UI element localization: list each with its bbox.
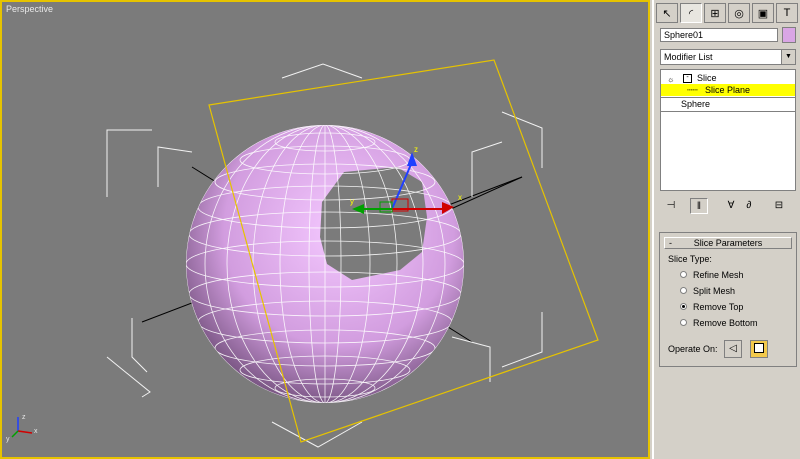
display-icon: ▣: [757, 7, 769, 20]
tab-display[interactable]: ▣: [752, 3, 774, 23]
modifier-list-dropdown[interactable]: Modifier List ▼: [660, 49, 796, 65]
tab-utilities[interactable]: T: [776, 3, 798, 23]
radio-label: Refine Mesh: [693, 270, 744, 280]
stack-item-label: Slice Plane: [705, 85, 751, 95]
tab-modify[interactable]: ◜: [680, 3, 702, 23]
rollout-toggle: -: [669, 238, 672, 248]
slice-type-label: Slice Type:: [668, 254, 712, 264]
modifier-list-label: Modifier List: [664, 52, 713, 62]
operate-on-face-button[interactable]: ◁: [724, 340, 742, 358]
rollout-header[interactable]: - Slice Parameters: [664, 237, 792, 249]
stack-item-sphere[interactable]: Sphere: [661, 98, 795, 110]
hierarchy-icon: ⊞: [710, 7, 720, 20]
scene-canvas: z x y: [106, 59, 599, 448]
triangle-icon: ◁: [729, 343, 737, 354]
rollout-title: Slice Parameters: [693, 238, 763, 248]
radio-button[interactable]: [680, 303, 687, 311]
radio-button[interactable]: [680, 287, 687, 295]
pin-stack-icon[interactable]: ⊣: [662, 198, 680, 214]
perspective-viewport[interactable]: Perspective z x y z x y: [0, 0, 650, 459]
radio-remove-bottom[interactable]: Remove Bottom: [680, 317, 758, 329]
object-name-field[interactable]: Sphere01: [660, 28, 778, 42]
collapse-icon[interactable]: -: [683, 74, 692, 83]
gizmo-y-label: y: [6, 436, 10, 443]
curve-icon: ◜: [688, 7, 694, 20]
configure-sets-icon[interactable]: ⊟: [770, 198, 788, 214]
operate-on-label: Operate On:: [668, 344, 718, 354]
command-panel: ↖ ◜ ⊞ ◎ ▣ T Sphere01 Modifier List ▼ ☼ -…: [652, 0, 800, 459]
gizmo-x-label: x: [34, 428, 38, 435]
stack-item-label: Sphere: [681, 99, 711, 109]
stack-item-slice[interactable]: ☼ - Slice: [661, 72, 795, 84]
tab-create[interactable]: ↖: [656, 3, 678, 23]
hammer-icon: T: [783, 7, 791, 19]
tab-hierarchy[interactable]: ⊞: [704, 3, 726, 23]
radio-split-mesh[interactable]: Split Mesh: [680, 285, 735, 297]
stack-divider: [661, 111, 795, 112]
radio-button[interactable]: [680, 271, 687, 279]
tree-line-icon: ┄┄: [687, 85, 698, 95]
radio-refine-mesh[interactable]: Refine Mesh: [680, 269, 744, 281]
slice-parameters-rollout: - Slice Parameters Slice Type: Refine Me…: [659, 232, 797, 367]
tab-motion[interactable]: ◎: [728, 3, 750, 23]
chevron-down-icon[interactable]: ▼: [781, 50, 795, 64]
show-end-result-icon[interactable]: ‖: [690, 198, 708, 214]
command-panel-tabs: ↖ ◜ ⊞ ◎ ▣ T: [656, 3, 798, 23]
radio-button[interactable]: [680, 319, 687, 327]
stack-toolbar: ⊣ ‖ ∀ ∂ ⊟: [660, 198, 796, 216]
radio-label: Split Mesh: [693, 286, 736, 296]
make-unique-icon[interactable]: ∀: [722, 198, 740, 214]
remove-modifier-icon[interactable]: ∂: [740, 198, 758, 214]
svg-text:y: y: [350, 197, 354, 206]
gizmo-z-label: z: [22, 414, 26, 421]
stack-item-label: Slice: [697, 73, 717, 83]
cursor-icon: ↖: [662, 7, 672, 20]
object-color-swatch[interactable]: [782, 27, 796, 43]
world-axis-gizmo: z x y: [6, 414, 38, 443]
svg-text:z: z: [414, 145, 418, 154]
stack-item-slice-plane[interactable]: ┄┄ Slice Plane: [661, 84, 795, 96]
radio-label: Remove Bottom: [693, 318, 758, 328]
radio-label: Remove Top: [693, 302, 744, 312]
square-icon: [754, 343, 764, 354]
modifier-stack: ☼ - Slice ┄┄ Slice Plane Sphere: [660, 69, 796, 191]
operate-on-poly-button[interactable]: [750, 340, 768, 358]
svg-text:x: x: [458, 193, 462, 202]
radio-remove-top[interactable]: Remove Top: [680, 301, 743, 313]
motion-icon: ◎: [734, 7, 744, 20]
sphere-mesh: [186, 125, 464, 403]
